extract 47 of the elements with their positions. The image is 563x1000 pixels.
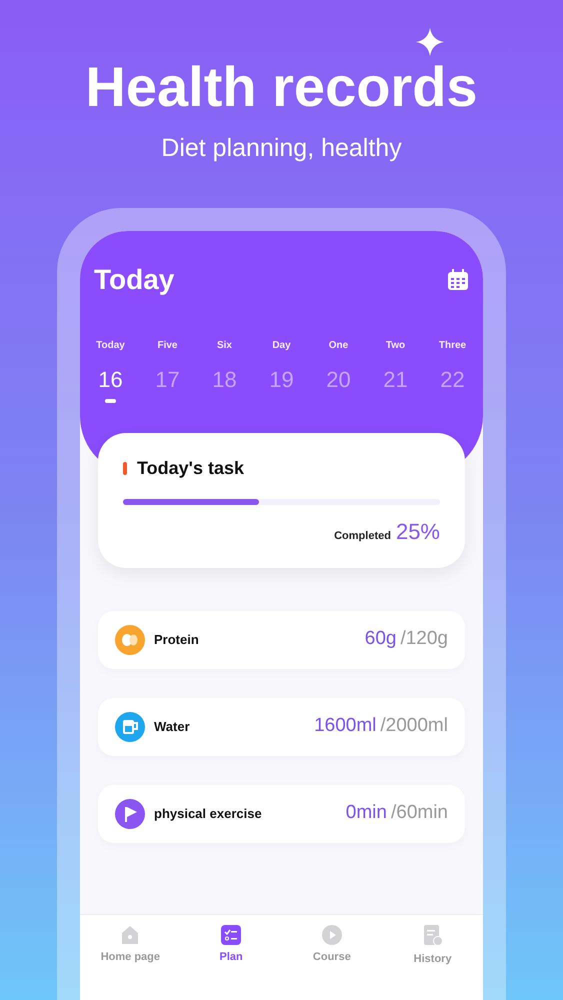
goal-label: Protein	[154, 630, 199, 649]
card-title: Today's task	[137, 456, 244, 480]
date-number[interactable]: 18	[212, 362, 237, 396]
screen-title: Today	[94, 262, 174, 297]
checklist-icon	[221, 924, 242, 944]
goal-card[interactable]: Protein 60g /120g	[98, 610, 465, 668]
percent-value: 25%	[396, 518, 440, 546]
weekday-label: Six	[216, 338, 232, 352]
home-icon	[120, 924, 140, 944]
headline: Health records	[85, 54, 478, 120]
accent-mark	[123, 462, 127, 474]
weekday-label: Three	[438, 338, 466, 352]
calendar-icon[interactable]	[447, 268, 469, 290]
nav-tab[interactable]: Plan	[180, 924, 282, 967]
nav-tab[interactable]: Course	[282, 924, 382, 967]
goal-card[interactable]: Water 1600ml /2000ml	[98, 698, 465, 756]
weekday-label: Today	[96, 338, 125, 352]
date-number[interactable]: 16	[98, 362, 123, 396]
nav-tab[interactable]: Home page	[80, 924, 181, 967]
date-number[interactable]: 17	[155, 362, 180, 396]
goal-card[interactable]: physical exercise 0min /60min	[98, 784, 465, 842]
current-value: 0min	[346, 801, 387, 826]
weekday-label: Five	[157, 338, 178, 352]
play-icon	[322, 924, 342, 944]
egg-icon	[115, 624, 145, 654]
date-number[interactable]: 20	[326, 362, 351, 396]
document-clock-icon	[422, 924, 443, 946]
weekday-label: Day	[272, 338, 291, 352]
flag-icon	[115, 798, 145, 828]
weekday-label: One	[328, 338, 348, 352]
date-number[interactable]: 21	[383, 362, 408, 396]
date-number[interactable]: 22	[440, 362, 465, 396]
completed-label: Completed	[334, 528, 391, 544]
target-value: /2000ml	[380, 714, 448, 738]
weekday-label: Two	[386, 338, 406, 352]
sparkle-icon	[416, 28, 444, 56]
nav-tab[interactable]: History	[382, 924, 483, 967]
subtitle: Diet planning, healthy	[161, 133, 402, 164]
current-value: 60g	[364, 627, 396, 652]
date-number[interactable]: 19	[269, 362, 294, 396]
current-value: 1600ml	[314, 714, 376, 738]
cup-icon	[115, 712, 145, 742]
selected-indicator	[105, 398, 116, 402]
target-value: /120g	[400, 627, 448, 652]
goal-label: Water	[154, 718, 190, 736]
goal-label: physical exercise	[154, 804, 262, 823]
target-value: /60min	[390, 801, 448, 826]
